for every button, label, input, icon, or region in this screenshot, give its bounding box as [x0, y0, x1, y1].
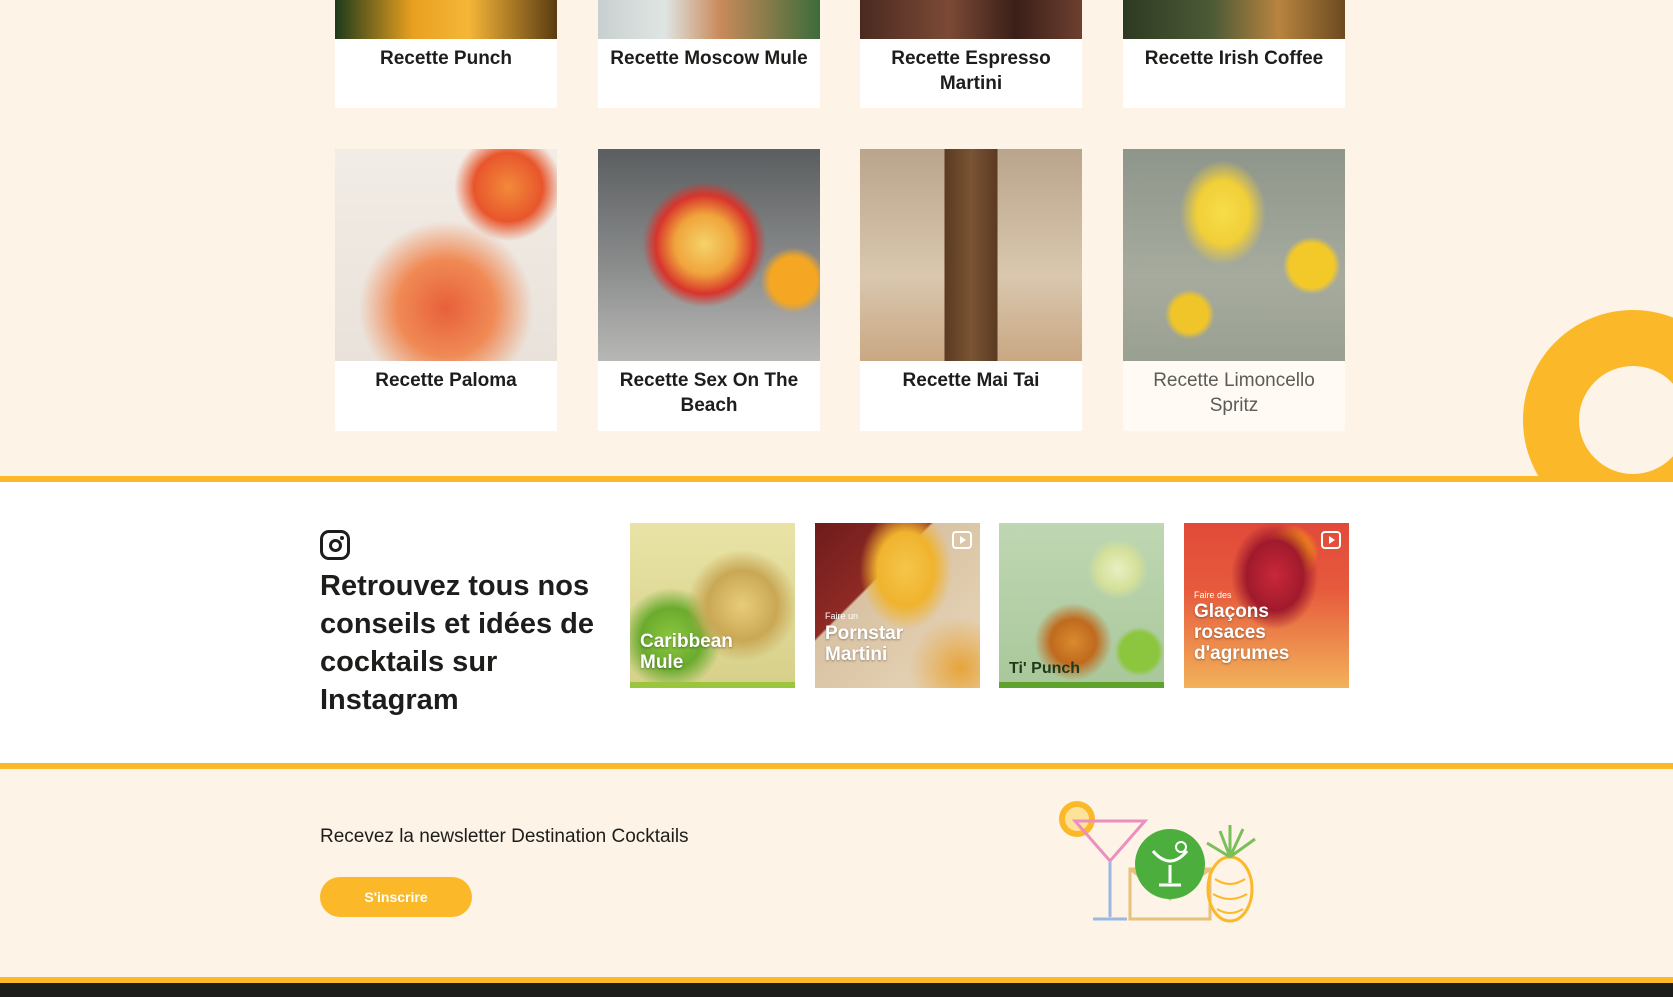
footer — [0, 983, 1673, 997]
recipe-card-limoncello-spritz[interactable]: Recette Limoncello Spritz — [1123, 149, 1345, 431]
instagram-post-ti-punch[interactable]: Ti' Punch — [999, 523, 1164, 688]
reel-icon — [1321, 531, 1341, 549]
subscribe-button[interactable]: S'inscrire — [320, 877, 472, 917]
instagram-icon[interactable] — [320, 530, 350, 560]
recipe-image-punch — [335, 0, 557, 39]
recipe-image-paloma — [335, 149, 557, 361]
instagram-post-caribbean-mule[interactable]: Caribbean Mule — [630, 523, 795, 688]
recipe-card-paloma[interactable]: Recette Paloma — [335, 149, 557, 431]
instagram-post-pornstar-martini[interactable]: Faire un Pornstar Martini — [815, 523, 980, 688]
green-cocktail-badge-icon — [1135, 829, 1205, 899]
post-kicker: Faire des — [1194, 590, 1232, 600]
recipe-title: Recette Irish Coffee — [1144, 48, 1324, 69]
recipe-title: Recette Limoncello Spritz — [1153, 370, 1315, 416]
instagram-section: Retrouvez tous nos conseils et idées de … — [0, 476, 1673, 769]
recipe-image-limoncello-spritz — [1123, 149, 1345, 361]
recipe-grid: Recette Punch Recette Moscow Mule Recett… — [0, 0, 1673, 476]
post-title: Caribbean Mule — [640, 631, 733, 673]
instagram-icon-dot — [340, 536, 344, 540]
post-strip — [999, 682, 1164, 688]
recipe-card-irish-coffee[interactable]: Recette Irish Coffee — [1123, 0, 1345, 108]
newsletter-illustration — [1059, 801, 1256, 923]
recipe-title: Recette Moscow Mule — [610, 48, 808, 69]
newsletter-text: Recevez la newsletter Destination Cockta… — [320, 826, 689, 847]
recipe-image-moscow-mule — [598, 0, 820, 39]
post-title: Glaçons rosaces d'agrumes — [1194, 601, 1290, 664]
recipe-card-moscow-mule[interactable]: Recette Moscow Mule — [598, 0, 820, 108]
post-kicker: Faire un — [825, 611, 859, 621]
recipe-title: Recette Mai Tai — [902, 370, 1040, 391]
recipe-title: Recette Espresso Martini — [891, 48, 1051, 94]
recipe-title: Recette Paloma — [375, 370, 517, 391]
recipe-card-punch[interactable]: Recette Punch — [335, 0, 557, 108]
recipe-image-irish-coffee — [1123, 0, 1345, 39]
reel-icon — [952, 531, 972, 549]
recipe-image-sex-on-the-beach — [598, 149, 820, 361]
pineapple-icon — [1206, 855, 1254, 923]
decorative-arc — [1523, 310, 1673, 476]
instagram-post-glacons-rosaces[interactable]: Faire des Glaçons rosaces d'agrumes — [1184, 523, 1349, 688]
recipe-card-sex-on-the-beach[interactable]: Recette Sex On The Beach — [598, 149, 820, 431]
post-title: Pornstar Martini — [825, 623, 904, 665]
recipe-title: Recette Punch — [380, 48, 512, 69]
post-strip — [630, 682, 795, 688]
post-title: Ti' Punch — [1009, 660, 1081, 677]
recipe-card-mai-tai[interactable]: Recette Mai Tai — [860, 149, 1082, 431]
instagram-heading: Retrouvez tous nos conseils et idées de … — [320, 570, 595, 716]
recipe-image-espresso-martini — [860, 0, 1082, 39]
recipe-image-mai-tai — [860, 149, 1082, 361]
recipe-title: Recette Sex On The Beach — [619, 370, 799, 416]
recipe-card-espresso-martini[interactable]: Recette Espresso Martini — [860, 0, 1082, 108]
newsletter-section: Recevez la newsletter Destination Cockta… — [0, 769, 1673, 977]
instagram-icon-lens — [329, 539, 342, 552]
